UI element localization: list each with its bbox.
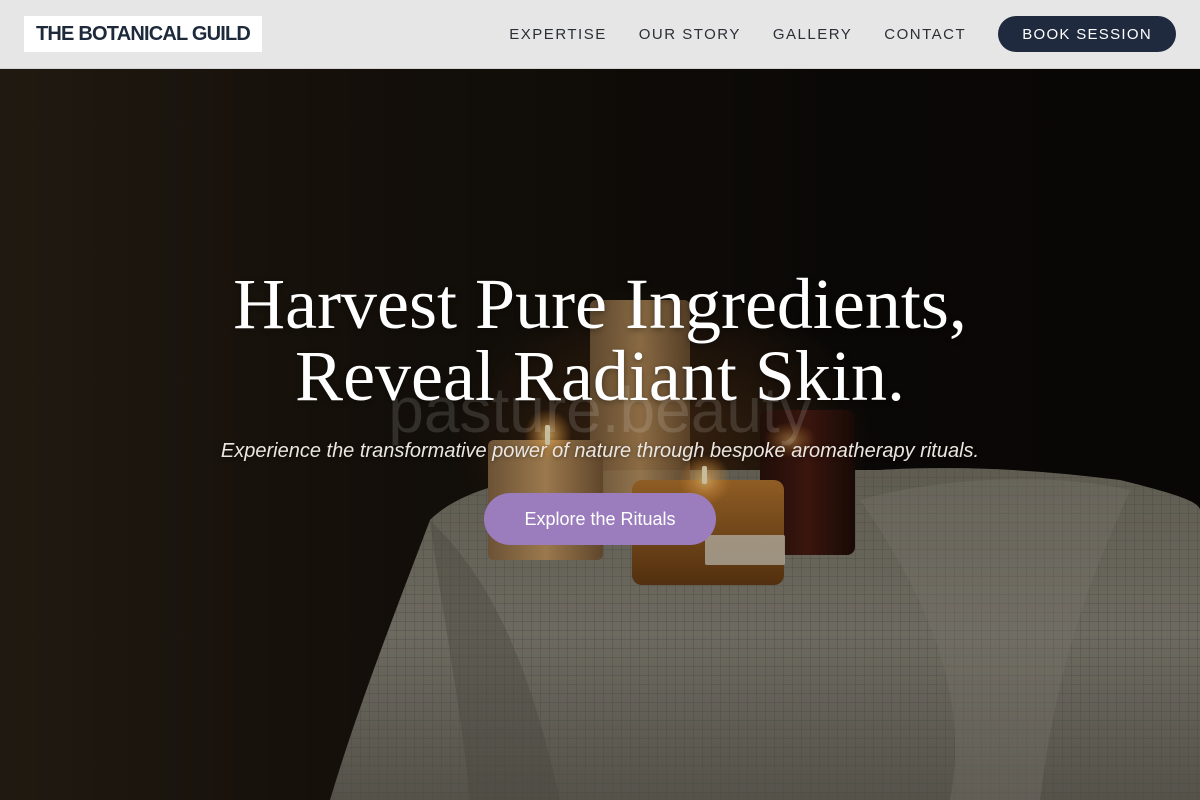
hero-section: pasture.beauty Harvest Pure Ingredients,… — [0, 0, 1200, 800]
hero-headline: Harvest Pure Ingredients, Reveal Radiant… — [0, 268, 1200, 412]
headline-line-1: Harvest Pure Ingredients, — [233, 264, 967, 344]
main-nav: EXPERTISE OUR STORY GALLERY CONTACT BOOK… — [509, 16, 1176, 52]
nav-link-our-story[interactable]: OUR STORY — [639, 26, 741, 43]
book-session-button[interactable]: BOOK SESSION — [998, 16, 1176, 52]
headline-line-2: Reveal Radiant Skin. — [295, 336, 905, 416]
hero-content: Harvest Pure Ingredients, Reveal Radiant… — [0, 268, 1200, 545]
brand-logo[interactable]: THE BOTANICAL GUILD — [24, 16, 263, 52]
top-navbar: THE BOTANICAL GUILD EXPERTISE OUR STORY … — [0, 0, 1200, 69]
hero-subtitle: Experience the transformative power of n… — [220, 440, 980, 462]
explore-rituals-button[interactable]: Explore the Rituals — [484, 493, 716, 545]
nav-link-contact[interactable]: CONTACT — [884, 26, 966, 43]
nav-link-gallery[interactable]: GALLERY — [773, 26, 852, 43]
nav-link-expertise[interactable]: EXPERTISE — [509, 26, 606, 43]
